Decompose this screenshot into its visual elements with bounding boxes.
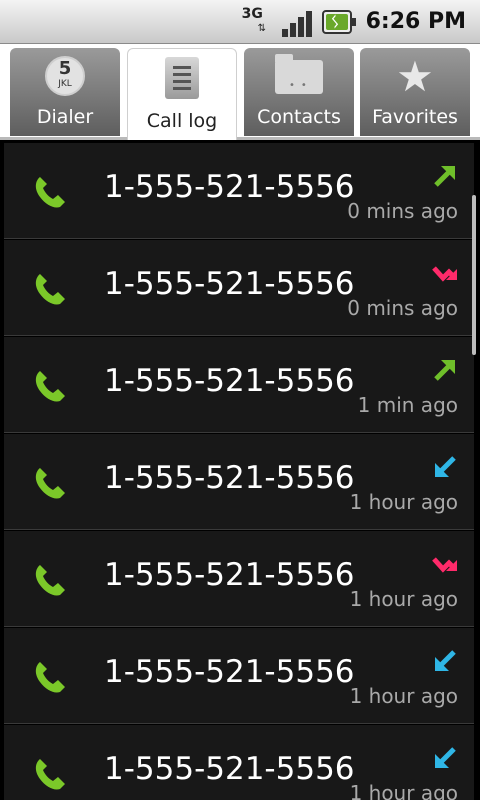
call-number: 1-555-521-5556 <box>104 460 355 496</box>
call-log-list[interactable]: 1-555-521-5556 0 mins ago 1-555-521-5556 0 … <box>0 143 480 800</box>
outgoing-call-icon <box>434 360 455 381</box>
call-back-phone-icon[interactable] <box>32 755 70 793</box>
call-log-row[interactable]: 1-555-521-5556 1 hour ago <box>4 531 474 627</box>
call-time: 1 hour ago <box>349 781 458 800</box>
dial-icon-letters: JKL <box>58 79 72 89</box>
clock: 6:26 PM <box>365 9 466 34</box>
call-log-row[interactable]: 1-555-521-5556 1 min ago <box>4 337 474 433</box>
call-log-row[interactable]: 1-555-521-5556 0 mins ago <box>4 240 474 336</box>
tab-call-log-label: Call log <box>146 110 218 132</box>
status-bar: 3G ⇅ ᛊ 6:26 PM <box>0 0 480 44</box>
incoming-call-icon <box>435 456 456 477</box>
call-log-row[interactable]: 1-555-521-5556 1 hour ago <box>4 628 474 724</box>
call-back-phone-icon[interactable] <box>32 464 70 502</box>
call-log-row[interactable]: 1-555-521-5556 1 hour ago <box>4 725 474 800</box>
call-number: 1-555-521-5556 <box>104 266 355 302</box>
call-back-phone-icon[interactable] <box>32 173 70 211</box>
call-number: 1-555-521-5556 <box>104 751 355 787</box>
tab-contacts[interactable]: •• Contacts <box>244 48 354 136</box>
tab-bar: 5 JKL Dialer Call log •• Contacts ★ Favo… <box>0 44 480 140</box>
call-log-row[interactable]: 1-555-521-5556 0 mins ago <box>4 143 474 239</box>
outgoing-call-icon <box>434 166 455 187</box>
tab-dialer[interactable]: 5 JKL Dialer <box>10 48 120 136</box>
call-back-phone-icon[interactable] <box>32 658 70 696</box>
tab-call-log[interactable]: Call log <box>127 48 237 140</box>
dial-icon-digit: 5 <box>58 58 72 79</box>
call-number: 1-555-521-5556 <box>104 169 355 205</box>
call-time: 1 hour ago <box>349 684 458 708</box>
incoming-call-icon <box>435 747 456 768</box>
battery-charging-icon: ᛊ <box>321 9 356 34</box>
call-log-list-icon <box>165 57 199 99</box>
call-back-phone-icon[interactable] <box>32 270 70 308</box>
call-number: 1-555-521-5556 <box>104 557 355 593</box>
call-log-row[interactable]: 1-555-521-5556 1 hour ago <box>4 434 474 530</box>
call-time: 0 mins ago <box>347 296 458 320</box>
incoming-call-icon <box>435 650 456 671</box>
network-type-label: 3G <box>241 5 263 22</box>
call-time: 1 min ago <box>357 393 458 417</box>
call-back-phone-icon[interactable] <box>32 367 70 405</box>
tab-dialer-label: Dialer <box>36 106 94 128</box>
call-number: 1-555-521-5556 <box>104 363 355 399</box>
tab-favorites-label: Favorites <box>372 106 458 128</box>
3g-network-icon: 3G ⇅ <box>242 7 272 37</box>
missed-call-icon <box>432 557 457 573</box>
call-back-phone-icon[interactable] <box>32 561 70 599</box>
tab-favorites[interactable]: ★ Favorites <box>360 48 470 136</box>
call-time: 1 hour ago <box>349 490 458 514</box>
tab-contacts-label: Contacts <box>257 106 341 128</box>
star-icon: ★ <box>396 52 434 101</box>
contacts-folder-icon: •• <box>275 54 323 94</box>
dialpad-5-jkl-icon: 5 JKL <box>45 56 85 96</box>
signal-strength-icon <box>281 7 312 37</box>
call-time: 1 hour ago <box>349 587 458 611</box>
data-activity-icon: ⇅ <box>257 22 266 34</box>
call-time: 0 mins ago <box>347 199 458 223</box>
call-number: 1-555-521-5556 <box>104 654 355 690</box>
scrollbar[interactable] <box>472 195 476 355</box>
missed-call-icon <box>432 266 457 282</box>
